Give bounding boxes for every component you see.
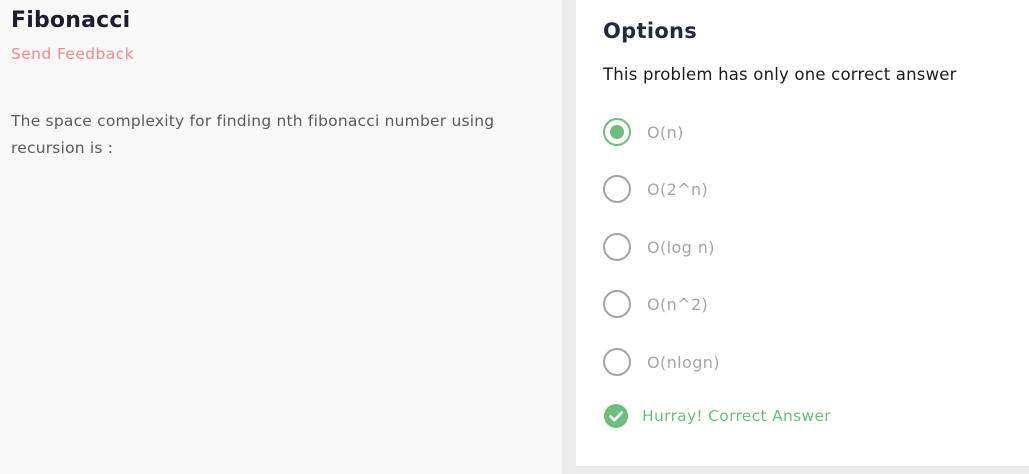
pane-divider	[562, 0, 576, 474]
problem-pane: Fibonacci Send Feedback The space comple…	[0, 0, 562, 474]
options-pane-bottom-edge	[576, 466, 1029, 474]
check-circle-icon	[604, 404, 628, 428]
option-o-nlogn[interactable]: O(nlogn)	[603, 348, 903, 376]
radio-button[interactable]	[603, 175, 631, 203]
option-label: O(nlogn)	[647, 352, 720, 372]
answer-result: Hurray! Correct Answer	[603, 403, 831, 429]
radio-button[interactable]	[603, 348, 631, 376]
problem-title: Fibonacci	[11, 8, 131, 33]
radio-button[interactable]	[603, 233, 631, 261]
result-message: Hurray! Correct Answer	[642, 407, 831, 425]
app-root: Fibonacci Send Feedback The space comple…	[0, 0, 1029, 474]
option-o-2-pow-n[interactable]: O(2^n)	[603, 175, 903, 203]
option-o-n[interactable]: O(n)	[603, 118, 903, 146]
options-subtitle: This problem has only one correct answer	[603, 65, 957, 84]
radio-button-selected[interactable]	[603, 118, 631, 146]
option-label: O(n)	[647, 122, 684, 142]
radio-dot-icon	[610, 125, 624, 139]
option-o-log-n[interactable]: O(log n)	[603, 233, 903, 261]
radio-button[interactable]	[603, 290, 631, 318]
send-feedback-link[interactable]: Send Feedback	[11, 45, 134, 63]
option-label: O(n^2)	[647, 294, 709, 314]
options-heading: Options	[603, 19, 698, 43]
question-text: The space complexity for finding nth fib…	[11, 112, 495, 157]
option-label: O(2^n)	[647, 179, 709, 199]
option-o-n-squared[interactable]: O(n^2)	[603, 290, 903, 318]
option-label: O(log n)	[647, 237, 715, 257]
